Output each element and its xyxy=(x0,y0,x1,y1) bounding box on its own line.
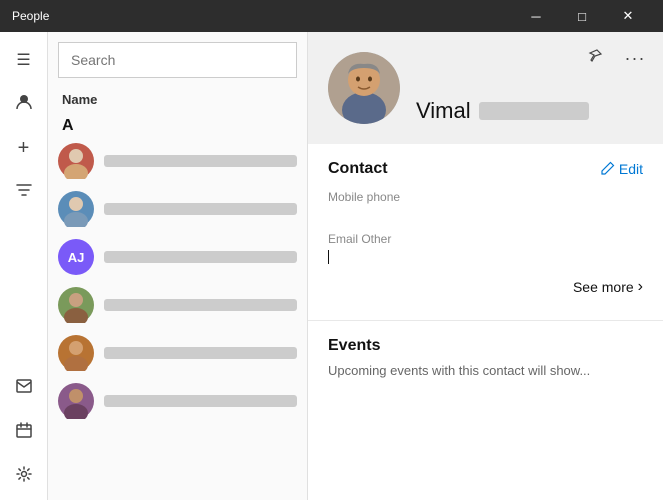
see-more-button[interactable]: See more › xyxy=(573,278,643,296)
text-cursor xyxy=(328,250,329,264)
search-input[interactable] xyxy=(58,42,297,78)
icon-sidebar: ☰ + xyxy=(0,32,48,500)
calendar-button[interactable] xyxy=(4,412,44,452)
contact-list: A AJ xyxy=(48,111,307,500)
section-title: Contact xyxy=(328,160,388,178)
email-other-label: Email Other xyxy=(328,232,643,246)
add-icon: + xyxy=(18,137,30,160)
mobile-phone-label: Mobile phone xyxy=(328,190,643,204)
chevron-right-icon: › xyxy=(638,278,643,296)
email-other-value xyxy=(328,248,643,264)
contact-name-blurred xyxy=(104,299,297,311)
mail-button[interactable] xyxy=(4,368,44,408)
settings-icon xyxy=(16,466,32,487)
avatar: AJ xyxy=(58,239,94,275)
events-description: Upcoming events with this contact will s… xyxy=(328,363,643,378)
see-more-label: See more xyxy=(573,279,634,295)
settings-button[interactable] xyxy=(4,456,44,496)
contact-detail-header: ··· V xyxy=(308,32,663,144)
app-title: People xyxy=(12,9,513,23)
avatar xyxy=(58,383,94,419)
list-item[interactable] xyxy=(48,185,307,233)
list-item[interactable] xyxy=(48,377,307,425)
pin-icon xyxy=(587,48,603,69)
contact-name-blurred xyxy=(104,203,297,215)
name-header: Name xyxy=(48,88,307,111)
see-more-row: See more › xyxy=(328,274,643,304)
avatar xyxy=(58,143,94,179)
avatar xyxy=(58,287,94,323)
list-item[interactable] xyxy=(48,329,307,377)
list-item[interactable] xyxy=(48,137,307,185)
contact-name-blurred xyxy=(104,155,297,167)
mobile-phone-field: Mobile phone xyxy=(328,190,643,222)
add-contact-button[interactable]: + xyxy=(4,128,44,168)
pin-button[interactable] xyxy=(579,42,611,74)
contact-section: Contact Edit Mobile phone Email Other xyxy=(308,144,663,321)
avatar xyxy=(58,335,94,371)
contact-list-panel: Name A AJ xyxy=(48,32,308,500)
people-nav-button[interactable] xyxy=(4,84,44,124)
titlebar: People ─ □ ✕ xyxy=(0,0,663,32)
app-body: ☰ + xyxy=(0,32,663,500)
contact-name-blurred xyxy=(104,347,297,359)
minimize-button[interactable]: ─ xyxy=(513,0,559,32)
list-item[interactable] xyxy=(48,281,307,329)
search-container xyxy=(48,32,307,88)
detail-panel: ··· V xyxy=(308,32,663,500)
maximize-button[interactable]: □ xyxy=(559,0,605,32)
section-header: Contact Edit xyxy=(328,160,643,178)
email-other-field: Email Other xyxy=(328,232,643,264)
alpha-group-a: A xyxy=(48,111,307,137)
calendar-icon xyxy=(16,422,32,443)
edit-pencil-icon xyxy=(601,161,615,178)
header-actions: ··· xyxy=(579,42,651,74)
events-title: Events xyxy=(328,337,643,355)
mail-icon xyxy=(16,379,32,398)
edit-button[interactable]: Edit xyxy=(601,161,643,178)
contact-name-blurred xyxy=(104,251,297,263)
filter-button[interactable] xyxy=(4,172,44,212)
filter-icon xyxy=(16,182,32,203)
edit-label: Edit xyxy=(619,161,643,177)
contact-first-name: Vimal xyxy=(416,98,471,124)
contact-large-name: Vimal xyxy=(416,98,589,124)
more-options-button[interactable]: ··· xyxy=(619,42,651,74)
events-section: Events Upcoming events with this contact… xyxy=(308,321,663,394)
more-icon: ··· xyxy=(625,49,646,67)
window-controls: ─ □ ✕ xyxy=(513,0,651,32)
contact-large-avatar xyxy=(328,52,400,124)
avatar xyxy=(58,191,94,227)
contact-name-blurred xyxy=(104,395,297,407)
mobile-phone-value xyxy=(328,206,643,222)
menu-button[interactable]: ☰ xyxy=(4,40,44,80)
contact-last-name-blurred xyxy=(479,102,589,120)
close-button[interactable]: ✕ xyxy=(605,0,651,32)
list-item[interactable]: AJ xyxy=(48,233,307,281)
menu-icon: ☰ xyxy=(16,50,30,70)
person-icon xyxy=(15,93,33,116)
